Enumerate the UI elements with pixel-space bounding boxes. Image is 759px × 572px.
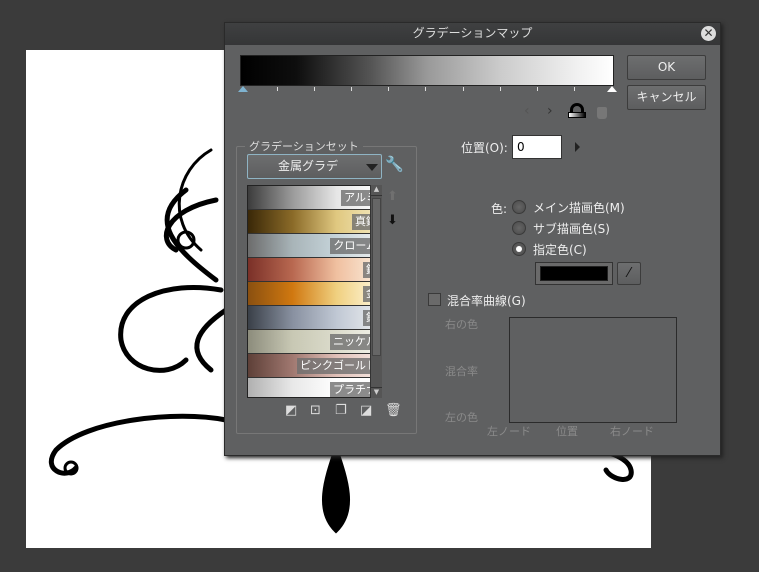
x-left-label: 左ノード: [487, 425, 531, 438]
x-mid-label: 位置: [556, 425, 578, 438]
blend-curve-graph: [509, 317, 677, 423]
gradient-item-label: ピンクゴールド: [297, 358, 380, 374]
next-node-icon[interactable]: ›: [547, 103, 553, 119]
gradient-list-item[interactable]: アルミ: [248, 186, 381, 210]
gradient-list-item[interactable]: プラチナ: [248, 378, 381, 397]
tick: [277, 87, 278, 91]
position-arrow-icon[interactable]: [575, 142, 580, 152]
specified-color-label[interactable]: 指定色(C): [533, 241, 587, 258]
tick: [351, 87, 352, 91]
gradient-list-item[interactable]: 鉛: [248, 306, 381, 330]
position-input[interactable]: 0: [512, 135, 562, 159]
tick: [537, 87, 538, 91]
blend-curve-checkbox[interactable]: [428, 293, 441, 306]
delete-gradient-icon[interactable]: 🗑: [385, 403, 402, 418]
right-node-marker[interactable]: [607, 86, 617, 92]
gradient-list-item[interactable]: 真鍮: [248, 210, 381, 234]
y-mid-label: 混合率: [445, 365, 478, 378]
color-label: 色:: [491, 202, 508, 216]
tick: [425, 87, 426, 91]
tick: [463, 87, 464, 91]
gradient-list-scrollbar[interactable]: ▲ ▼: [370, 185, 382, 398]
move-up-icon[interactable]: ⬆: [387, 189, 398, 204]
gradient-set-select[interactable]: 金属グラデ: [247, 154, 382, 179]
tick: [574, 87, 575, 91]
import-gradient-icon[interactable]: ⊡: [310, 403, 321, 418]
chevron-down-icon: [366, 164, 378, 171]
previous-node-icon[interactable]: ‹: [524, 103, 530, 119]
gradient-list-item[interactable]: ピンクゴールド: [248, 354, 381, 378]
left-node-marker[interactable]: [238, 86, 248, 92]
gradient-preview-bar[interactable]: [240, 55, 614, 86]
gradient-set-value: 金属グラデ: [278, 159, 339, 173]
radio-main-color[interactable]: [512, 200, 526, 214]
ok-button[interactable]: OK: [627, 55, 706, 80]
cancel-button[interactable]: キャンセル: [627, 85, 706, 110]
wrench-settings-icon[interactable]: 🔧: [385, 155, 404, 173]
sub-color-label[interactable]: サブ描画色(S): [533, 220, 610, 237]
tick: [314, 87, 315, 91]
gradient-set-legend: グラデーションセット: [249, 140, 359, 153]
y-top-label: 右の色: [445, 318, 478, 331]
gradient-map-dialog: グラデーションマップ ✕ OK キャンセル ‹ › グラデーションセット 金属グ…: [224, 22, 721, 456]
delete-node-icon[interactable]: [597, 107, 607, 119]
gradient-list-item[interactable]: 金: [248, 282, 381, 306]
color-swatch[interactable]: [535, 262, 613, 285]
gradient-list-item[interactable]: 銅: [248, 258, 381, 282]
move-down-icon[interactable]: ⬇: [387, 213, 398, 228]
gradient-list[interactable]: アルミ真鍮クローム銅金鉛ニッケルピンクゴールドプラチナ: [247, 185, 382, 398]
scroll-thumb[interactable]: [372, 198, 381, 356]
gradient-list-item[interactable]: クローム: [248, 234, 381, 258]
radio-sub-color[interactable]: [512, 221, 526, 235]
new-gradient-icon[interactable]: ◪: [360, 403, 372, 418]
position-label: 位置(O):: [461, 141, 508, 155]
tick: [500, 87, 501, 91]
reverse-gradient-icon[interactable]: [568, 103, 586, 121]
main-color-label[interactable]: メイン描画色(M): [533, 199, 625, 216]
duplicate-gradient-icon[interactable]: ❐: [335, 403, 347, 418]
close-icon[interactable]: ✕: [701, 26, 716, 41]
dialog-title: グラデーションマップ: [225, 23, 720, 45]
add-gradient-icon[interactable]: ◩: [285, 403, 297, 418]
gradient-list-item[interactable]: ニッケル: [248, 330, 381, 354]
eyedropper-icon[interactable]: ⁄: [617, 262, 641, 285]
x-right-label: 右ノード: [610, 425, 654, 438]
tick: [388, 87, 389, 91]
y-bottom-label: 左の色: [445, 411, 478, 424]
blend-curve-label[interactable]: 混合率曲線(G): [447, 292, 526, 309]
radio-specified-color[interactable]: [512, 242, 526, 256]
